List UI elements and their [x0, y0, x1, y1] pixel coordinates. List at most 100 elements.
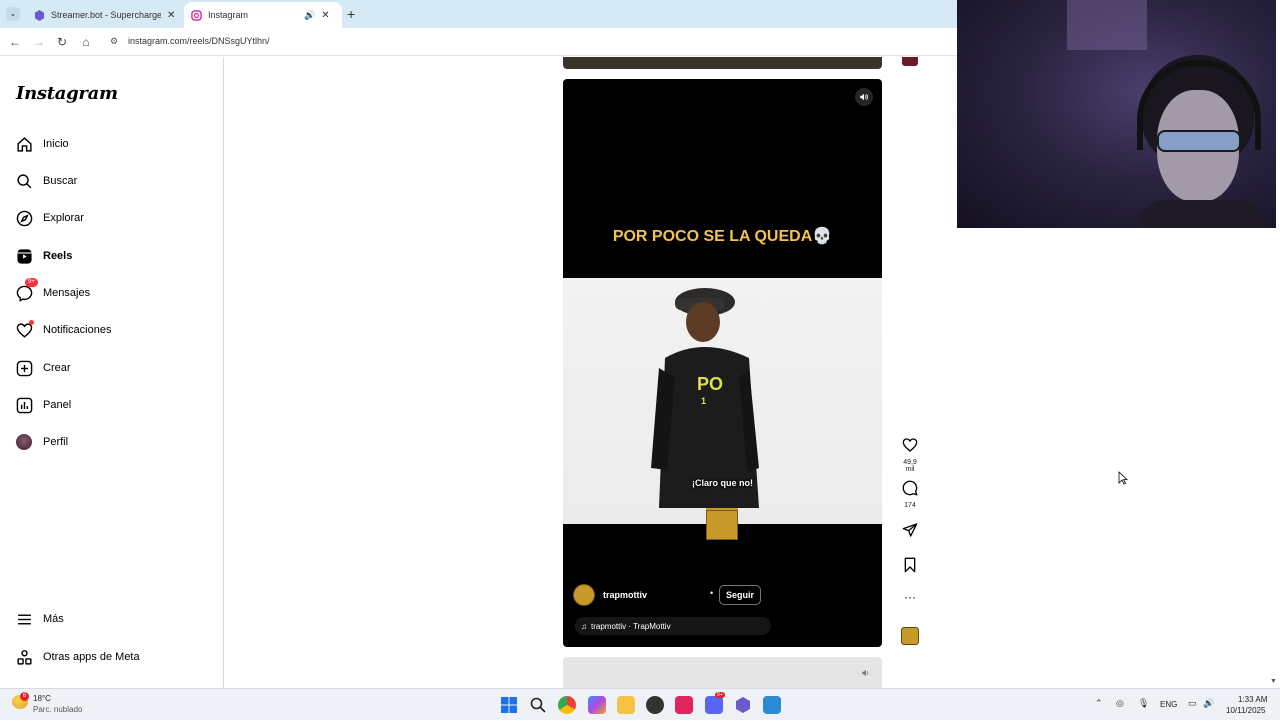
nav-label: Explorar [43, 212, 84, 224]
audio-thumbnail[interactable] [901, 627, 919, 645]
microphone-icon[interactable]: 🎙 [1138, 698, 1149, 709]
bookmark-icon [904, 557, 916, 573]
reel-photo: PO 1 ¡Claro que no! [563, 278, 882, 524]
send-icon [902, 523, 918, 537]
follow-separator: • [710, 588, 714, 598]
next-reel[interactable] [563, 657, 882, 688]
instagram-logo[interactable]: Instagram [16, 83, 118, 104]
volume-icon[interactable] [855, 88, 873, 106]
plus-icon [15, 359, 33, 377]
mouse-cursor-icon [1118, 471, 1128, 485]
avatar-icon [15, 433, 33, 451]
nav-item-buscar[interactable]: Buscar [15, 171, 77, 191]
discord-icon[interactable]: 9+ [705, 692, 725, 714]
search-icon [15, 172, 33, 190]
nav-item-mas[interactable]: Más [15, 609, 64, 629]
nav-item-perfil[interactable]: Perfil [15, 432, 68, 452]
discord-badge: 9+ [715, 692, 725, 698]
streamerbot-favicon-icon [34, 9, 45, 21]
reel-audio[interactable]: ♫ trapmottiv · TrapMottiv [575, 617, 771, 635]
nav-item-explorar[interactable]: Explorar [15, 208, 84, 228]
forward-icon[interactable]: → [32, 35, 46, 49]
instagram-favicon-icon [191, 9, 202, 21]
comment-button[interactable]: 174 [898, 480, 922, 509]
scroll-down-arrow[interactable]: ▼ [1270, 678, 1277, 685]
nav-label: Reels [43, 250, 73, 262]
nav-label: Más [43, 613, 64, 625]
heart-icon [902, 438, 918, 452]
tray-chevron-icon[interactable]: ⌃ [1095, 698, 1103, 709]
nav-item-reels[interactable]: Reels [15, 246, 72, 266]
site-info-icon[interactable]: ⚙ [110, 36, 118, 47]
apps-icon [15, 648, 33, 666]
new-tab-button[interactable]: + [347, 6, 355, 22]
weather-badge: 6 [20, 692, 29, 701]
nav-item-panel[interactable]: Panel [15, 395, 71, 415]
tab-streamerbot[interactable]: Streamer.bot - Supercharge yo ✕ [26, 2, 182, 28]
tab-title: Instagram [208, 10, 249, 20]
windows-taskbar: 6 18°C Parc. nublado 9+ ⌃ ◎ 🎙 ENG ▭ 🔊 1:… [0, 688, 1280, 720]
messenger-icon: 9+ [15, 278, 38, 302]
nav-item-meta-apps[interactable]: Otras apps de Meta [15, 647, 140, 667]
display-icon[interactable]: ▭ [1188, 698, 1197, 709]
clock-date[interactable]: 10/11/2025 [1226, 706, 1265, 715]
follow-button[interactable]: Seguir [719, 585, 762, 605]
tiktok-icon[interactable] [675, 696, 693, 714]
nav-item-notificaciones[interactable]: Notificaciones [15, 320, 111, 340]
window-curtain [1067, 0, 1147, 50]
message-badge: 9+ [25, 278, 38, 287]
tab-list-button[interactable]: ⌄ [6, 7, 20, 21]
nav-label: Mensajes [43, 287, 91, 299]
back-icon[interactable]: ← [8, 35, 22, 49]
nav-item-mensajes[interactable]: 9+ Mensajes [15, 278, 91, 303]
language-indicator[interactable]: ENG [1160, 700, 1177, 709]
copilot-icon[interactable] [588, 696, 606, 714]
save-button[interactable] [898, 557, 922, 578]
more-options-icon[interactable]: ··· [898, 591, 922, 603]
reel-video[interactable]: POR POCO SE LA QUEDA💀 PO 1 ¡Claro que no… [563, 79, 882, 647]
heart-icon [15, 320, 34, 339]
obs-icon[interactable] [646, 696, 664, 714]
home-icon[interactable]: ⌂ [79, 35, 93, 49]
nav-item-crear[interactable]: Crear [15, 358, 71, 378]
channel-logo [706, 510, 738, 540]
share-button[interactable] [898, 522, 922, 543]
clock-time[interactable]: 1:33 AM [1238, 695, 1267, 704]
network-tray-icon[interactable]: ◎ [1116, 698, 1124, 709]
tab-instagram[interactable]: Instagram 🔊 ✕ [184, 2, 342, 28]
previous-reel-avatar[interactable] [902, 57, 918, 66]
reel-author[interactable]: trapmottiv [573, 584, 647, 606]
author-username[interactable]: trapmottiv [603, 590, 647, 600]
volume-icon[interactable] [858, 666, 874, 680]
weather-widget[interactable]: 6 18°C Parc. nublado [0, 689, 100, 721]
windows-start-icon[interactable] [500, 696, 518, 714]
reload-icon[interactable]: ↻ [55, 35, 69, 49]
nav-label: Inicio [43, 138, 69, 150]
previous-reel[interactable] [563, 57, 882, 69]
speaker-icon[interactable]: 🔊 [304, 10, 315, 21]
nav-label: Panel [43, 399, 72, 411]
svg-text:PO: PO [697, 374, 723, 394]
file-explorer-icon[interactable] [617, 696, 635, 714]
comment-icon [902, 480, 918, 496]
close-icon[interactable]: ✕ [167, 10, 175, 21]
audio-label: trapmottiv · TrapMottiv [591, 621, 671, 631]
compass-icon [15, 209, 33, 227]
weather-condition: Parc. nublado [33, 705, 83, 714]
nav-label: Crear [43, 362, 71, 374]
nav-label: Otras apps de Meta [43, 651, 140, 663]
like-button[interactable]: 49,9 mil [898, 437, 922, 473]
nav-item-inicio[interactable]: Inicio [15, 134, 69, 154]
close-icon[interactable]: ✕ [321, 10, 329, 21]
author-avatar[interactable] [573, 584, 595, 606]
volume-tray-icon[interactable]: 🔊 [1203, 698, 1214, 709]
streamerbot-icon[interactable] [734, 696, 752, 714]
search-icon[interactable] [529, 696, 547, 714]
nav-label: Notificaciones [43, 324, 112, 336]
svg-text:1: 1 [701, 396, 706, 406]
comment-count: 174 [904, 502, 916, 509]
url-input[interactable]: instagram.com/reels/DNSsgUYtlhn/ [128, 36, 270, 46]
chrome-icon[interactable] [558, 696, 576, 714]
home-icon [15, 135, 33, 153]
app-window-icon[interactable] [763, 696, 781, 714]
